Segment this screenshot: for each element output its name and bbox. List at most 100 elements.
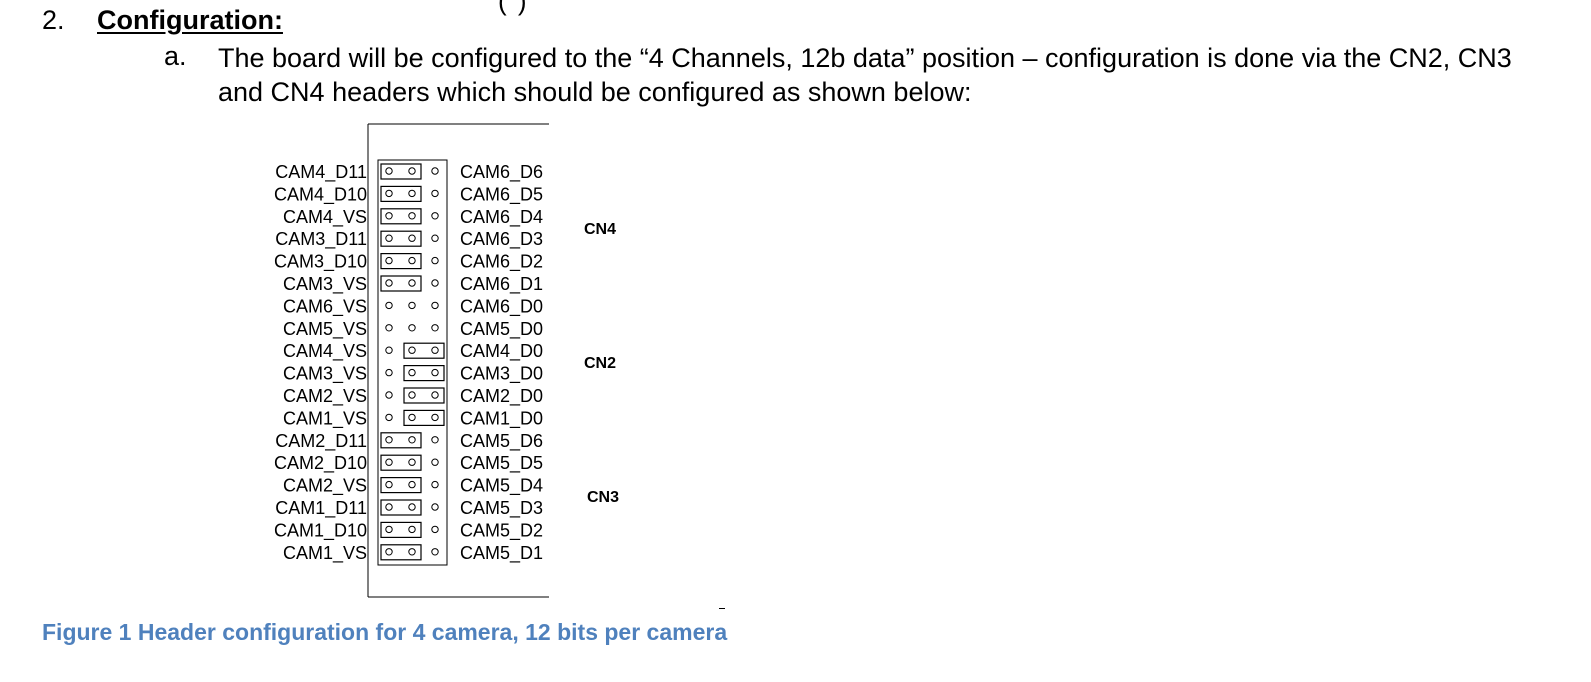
- pin-label-right: CAM6_D4: [460, 207, 543, 228]
- header-pin: [431, 167, 439, 175]
- header-pin: [431, 436, 439, 444]
- pin-row: CAM4_D11 CAM6_D6: [275, 162, 543, 183]
- pin-label-right: CAM5_D1: [460, 543, 543, 564]
- pin-label-right: CAM6_D1: [460, 274, 543, 295]
- header-pin: [431, 234, 439, 242]
- header-pin: [385, 189, 393, 198]
- pin-row: CAM4_VS CAM4_D0: [283, 341, 543, 362]
- header-pin: [385, 480, 393, 489]
- header-pin: [385, 413, 393, 422]
- header-pin: [385, 301, 393, 310]
- pin-label-right: CAM6_D5: [460, 184, 543, 205]
- pin-label-right: CAM6_D0: [460, 296, 543, 317]
- pin-row: CAM2_VS CAM2_D0: [283, 386, 543, 407]
- header-pin: [385, 548, 393, 556]
- pin-label-right: CAM5_D3: [460, 498, 543, 519]
- header-pin: [385, 368, 393, 377]
- pin-label-right: CAM1_D0: [460, 408, 543, 429]
- header-pin: [431, 301, 439, 310]
- header-pin: [408, 279, 416, 287]
- header-pin: [385, 167, 393, 175]
- header-pin: [408, 413, 416, 422]
- pin-label-left: CAM4_D11: [275, 162, 367, 183]
- header-pin: [408, 234, 416, 242]
- pin-label-left: CAM1_D10: [274, 520, 367, 541]
- header-pin: [408, 436, 416, 444]
- pin-label-right: CAM5_D0: [460, 319, 543, 340]
- pin-label-left: CAM1_VS: [283, 543, 367, 564]
- pin-row: CAM4_D10 CAM6_D5: [274, 184, 543, 205]
- pin-row: CAM3_VS CAM3_D0: [283, 364, 543, 385]
- pin-label-left: CAM1_D11: [275, 498, 367, 519]
- pin-row: CAM2_D11 CAM5_D6: [275, 431, 543, 452]
- header-pin: [385, 525, 393, 534]
- pin-label-left: CAM3_D11: [275, 229, 367, 250]
- header-pin: [408, 525, 416, 534]
- header-label-cn3: CN3: [587, 489, 619, 506]
- pin-label-right: CAM6_D2: [460, 252, 543, 273]
- pin-label-left: CAM2_D10: [274, 453, 367, 474]
- pin-row: CAM2_VS CAM5_D4: [283, 476, 543, 497]
- header-pin: [408, 167, 416, 175]
- stray-mark: [719, 608, 725, 609]
- pin-row: CAM1_VS CAM1_D0: [283, 408, 543, 429]
- pin-label-left: CAM3_D10: [274, 252, 367, 273]
- pin-label-right: CAM5_D4: [460, 476, 543, 497]
- pin-row: CAM3_VS CAM6_D1: [283, 274, 543, 295]
- pin-label-left: CAM1_VS: [283, 408, 367, 429]
- header-pin: [408, 346, 416, 354]
- pin-row: CAM3_D11 CAM6_D3: [275, 229, 543, 250]
- pin-label-right: CAM5_D6: [460, 431, 543, 452]
- pin-label-left: CAM5_VS: [283, 319, 367, 340]
- pin-row: CAM4_VS CAM6_D4: [283, 207, 543, 228]
- header-configuration-diagram: CAM4_D11 CAM6_D6CAM4_D10 CAM6_D5CAM4_VS CAM…: [274, 123, 619, 598]
- pin-label-left: CAM4_VS: [283, 207, 367, 228]
- pin-row: CAM1_VS CAM5_D1: [283, 543, 543, 564]
- header-pin: [431, 279, 439, 287]
- header-label-cn4: CN4: [584, 221, 616, 238]
- header-pin: [385, 256, 393, 265]
- pin-label-left: CAM2_VS: [283, 476, 367, 497]
- pin-row: CAM1_D10 CAM5_D2: [274, 520, 543, 541]
- header-pin: [408, 212, 416, 220]
- pin-label-right: CAM2_D0: [460, 386, 543, 407]
- pin-row: CAM5_VS CAM5_D0: [283, 319, 543, 340]
- header-pin: [385, 234, 393, 242]
- pin-label-left: CAM4_D10: [274, 184, 367, 205]
- header-pin: [408, 301, 416, 310]
- pin-label-left: CAM4_VS: [283, 341, 367, 362]
- pin-label-right: CAM5_D5: [460, 453, 543, 474]
- header-pin: [431, 548, 439, 556]
- pin-label-right: CAM3_D0: [460, 364, 543, 385]
- pin-label-left: CAM3_VS: [283, 274, 367, 295]
- header-pin: [385, 458, 393, 466]
- pin-label-right: CAM4_D0: [460, 341, 543, 362]
- header-pin: [431, 413, 439, 422]
- header-pin: [431, 346, 439, 354]
- header-pin: [408, 480, 416, 489]
- header-pin: [408, 256, 416, 265]
- header-pin: [408, 503, 416, 511]
- header-pin: [408, 324, 416, 332]
- pin-label-right: CAM6_D3: [460, 229, 543, 250]
- header-pin: [385, 279, 393, 287]
- header-pin: [385, 346, 393, 354]
- pin-row: CAM6_VS CAM6_D0: [283, 296, 543, 317]
- header-pin: [385, 391, 393, 399]
- header-pin: [431, 525, 439, 534]
- figure-caption: Figure 1 Header configuration for 4 came…: [42, 619, 728, 645]
- header-pin: [408, 458, 416, 466]
- pin-label-left: CAM2_VS: [283, 386, 367, 407]
- header-pin: [385, 212, 393, 220]
- header-pin: [431, 189, 439, 198]
- header-pin: [385, 436, 393, 444]
- pin-row: CAM1_D11 CAM5_D3: [275, 498, 543, 519]
- pin-label-right: CAM5_D2: [460, 520, 543, 541]
- header-pin: [431, 503, 439, 511]
- pin-label-left: CAM2_D11: [275, 431, 367, 452]
- header-pin: [431, 324, 439, 332]
- header-pin: [408, 391, 416, 399]
- pin-row: CAM3_D10 CAM6_D2: [274, 252, 543, 273]
- header-pin: [431, 458, 439, 466]
- header-pin: [408, 368, 416, 377]
